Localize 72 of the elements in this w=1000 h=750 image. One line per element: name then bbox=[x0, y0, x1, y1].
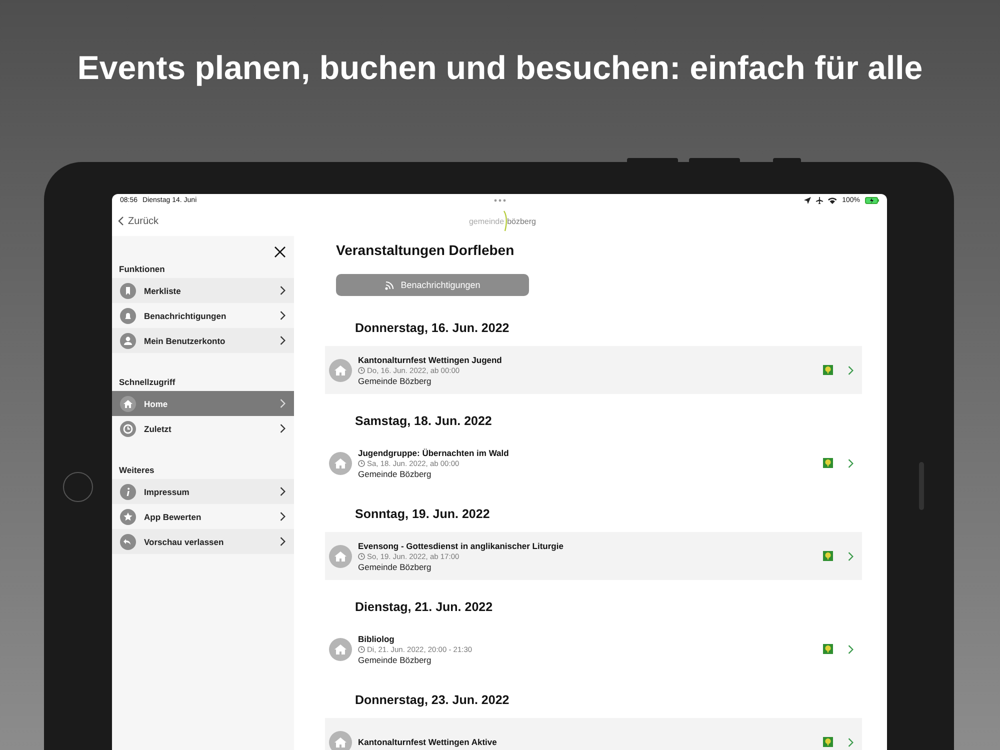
clock-icon bbox=[358, 460, 365, 466]
sidebar-item[interactable]: Merkliste bbox=[112, 278, 294, 303]
info-icon bbox=[120, 484, 136, 500]
event-location: Gemeinde Bözberg bbox=[358, 654, 432, 664]
chevron-left-icon bbox=[118, 216, 124, 226]
event-title: Jugendgruppe: Übernachten im Wald bbox=[358, 448, 510, 458]
rss-icon bbox=[384, 280, 394, 290]
wifi-icon bbox=[828, 196, 838, 204]
event-title: Bibliolog bbox=[358, 634, 396, 644]
chevron-right-icon bbox=[279, 536, 286, 547]
section-title: Funktionen bbox=[118, 263, 166, 276]
chevron-right-icon bbox=[279, 398, 286, 409]
chevron-right-icon bbox=[279, 310, 286, 321]
back-button[interactable]: Zurück bbox=[118, 216, 159, 226]
event-title: Kantonalturnfest Wettingen Aktive bbox=[358, 737, 498, 747]
chevron-right-icon bbox=[279, 285, 286, 296]
tree-icon bbox=[823, 365, 833, 375]
event-location: Gemeinde Bözberg bbox=[358, 376, 432, 386]
chevron-right-icon bbox=[847, 550, 854, 562]
location-arrow-icon bbox=[804, 196, 812, 204]
section-title: Schnellzugriff bbox=[118, 376, 176, 389]
date-heading: Sonntag, 19. Jun. 2022 bbox=[355, 507, 491, 521]
chevron-right-icon bbox=[279, 335, 286, 346]
more-dots-icon bbox=[494, 198, 506, 202]
section-title: Weiteres bbox=[118, 464, 156, 477]
event-title: Evensong - Gottesdienst in anglikanischer Liturgie bbox=[358, 540, 564, 550]
sidebar-item[interactable]: Vorschau verlassen bbox=[112, 529, 294, 554]
chevron-right-icon bbox=[847, 644, 854, 654]
clock-icon bbox=[120, 420, 136, 436]
chevron-right-icon bbox=[279, 486, 286, 497]
event-location: Gemeinde Bözberg bbox=[358, 562, 432, 572]
chevron-right-icon bbox=[279, 511, 286, 522]
person-icon bbox=[120, 332, 136, 348]
chevron-right-icon bbox=[847, 736, 854, 748]
logo-text: gemeinde bbox=[468, 216, 504, 226]
sidebar-item[interactable]: Home bbox=[112, 391, 294, 416]
clock-icon bbox=[358, 366, 365, 374]
battery-icon bbox=[865, 196, 879, 204]
bookmark-icon bbox=[120, 282, 136, 298]
undo-icon bbox=[120, 534, 136, 550]
clock-icon bbox=[358, 552, 365, 560]
date-heading: Donnerstag, 23. Jun. 2022 bbox=[355, 693, 510, 707]
chevron-right-icon bbox=[847, 364, 854, 376]
close-icon[interactable] bbox=[274, 246, 286, 258]
leaf-stroke-icon bbox=[503, 210, 508, 232]
chevron-right-icon bbox=[847, 458, 854, 468]
date-heading: Dienstag, 21. Jun. 2022 bbox=[355, 600, 494, 614]
event-location: Gemeinde Bözberg bbox=[358, 468, 432, 478]
house-icon bbox=[329, 358, 352, 382]
house-icon bbox=[329, 544, 352, 568]
house-icon bbox=[329, 638, 352, 660]
airplane-icon bbox=[816, 196, 824, 204]
chevron-right-icon bbox=[279, 423, 286, 434]
bell-icon bbox=[120, 308, 136, 324]
tree-icon bbox=[823, 551, 833, 561]
clock-icon bbox=[358, 646, 365, 652]
tree-icon bbox=[823, 458, 833, 468]
event-title: Kantonalturnfest Wettingen Jugend bbox=[358, 354, 503, 364]
event-card[interactable]: Kantonalturnfest Wettingen Aktive bbox=[325, 718, 862, 750]
headline: Events planen, buchen und besuchen: einfach für alle bbox=[76, 50, 924, 86]
sidebar-item[interactable]: Impressum bbox=[112, 479, 294, 504]
house-icon bbox=[329, 730, 352, 750]
house-icon bbox=[329, 452, 352, 474]
sidebar-item[interactable]: Mein Benutzerkonto bbox=[112, 328, 294, 353]
date-heading: Donnerstag, 16. Jun. 2022 bbox=[355, 321, 510, 335]
date-heading: Samstag, 18. Jun. 2022 bbox=[355, 414, 493, 428]
page-title: Veranstaltungen Dorfleben bbox=[336, 242, 516, 258]
house-icon bbox=[120, 396, 136, 412]
tree-icon bbox=[823, 644, 833, 654]
camera-ring bbox=[63, 472, 93, 502]
logo-text: bözberg bbox=[507, 216, 536, 226]
tree-icon bbox=[823, 737, 833, 747]
